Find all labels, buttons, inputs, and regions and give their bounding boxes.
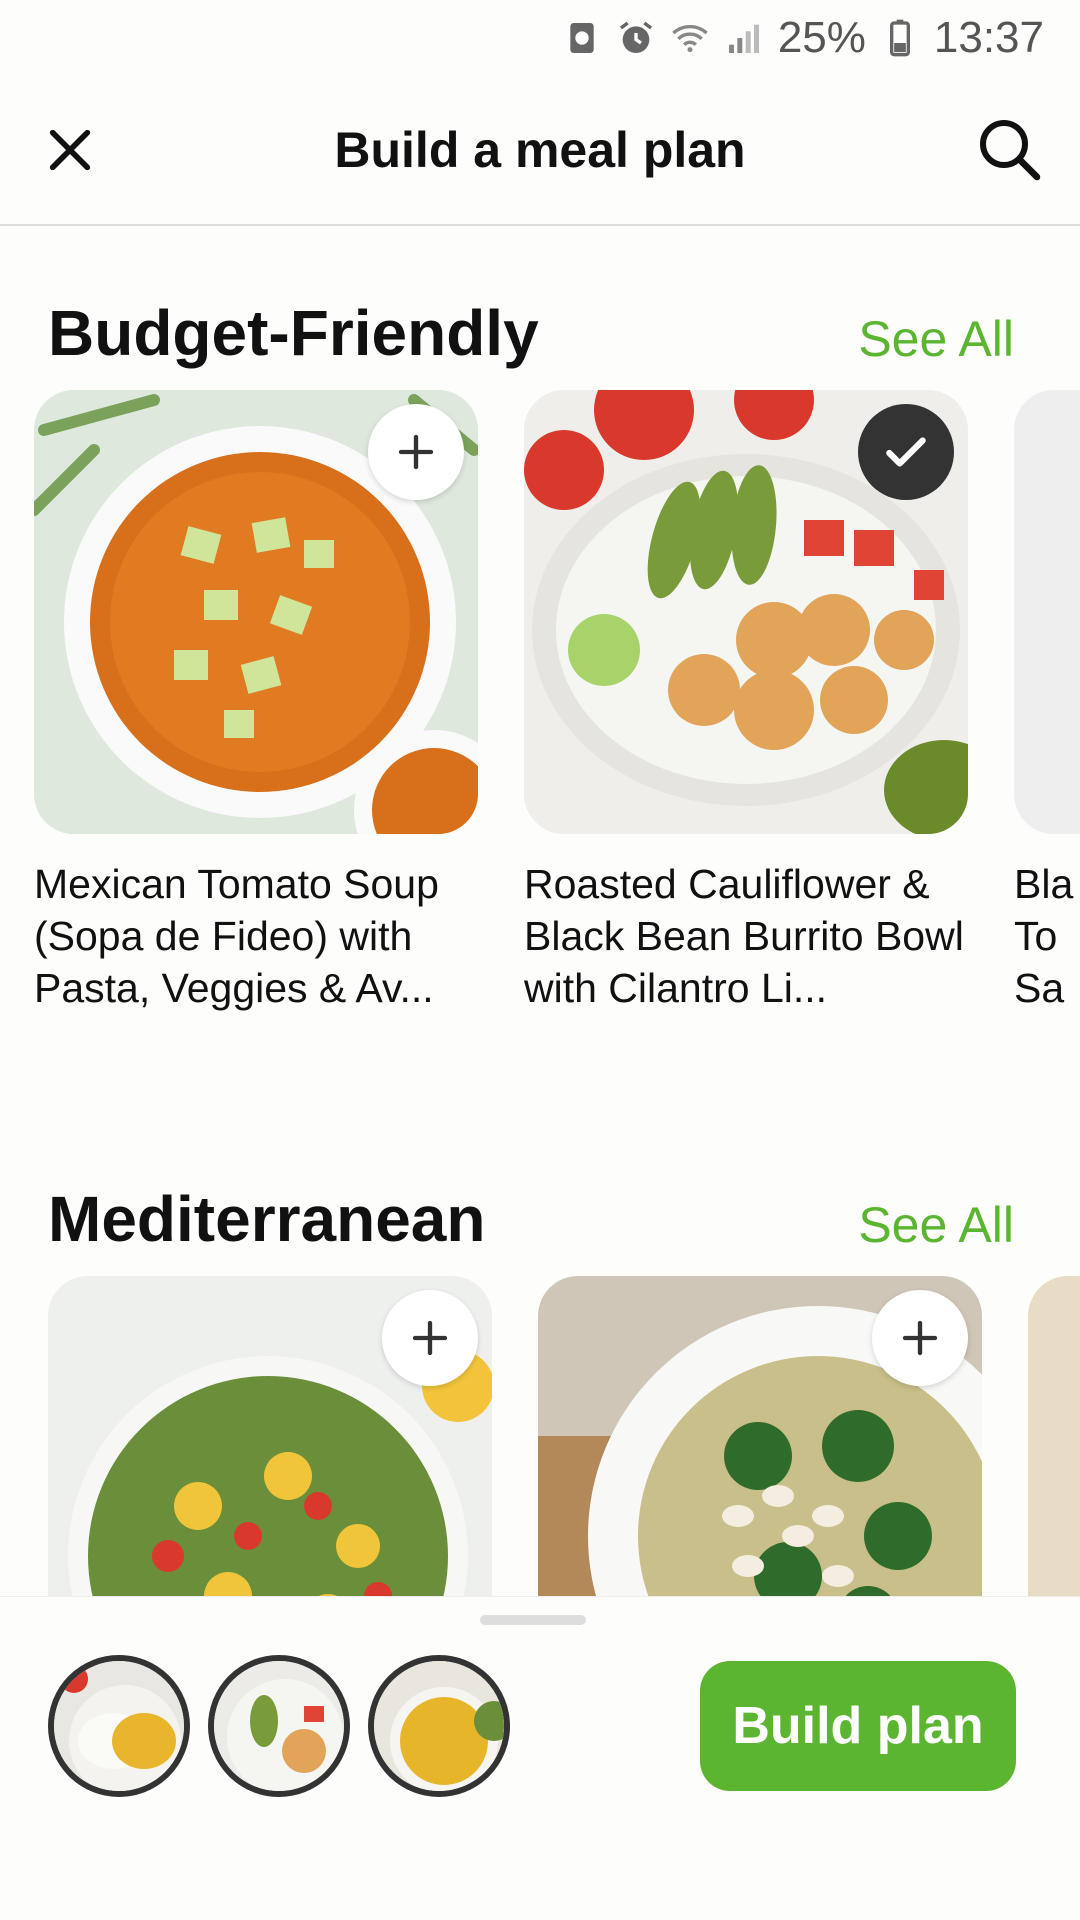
status-bar: 25% 13:37 (0, 0, 1080, 76)
plus-icon (398, 434, 434, 470)
build-plan-button[interactable]: Build plan (700, 1661, 1016, 1791)
alarm-icon (616, 18, 656, 58)
section-header-mediterranean: Mediterranean See All (0, 1182, 1080, 1272)
see-all-link[interactable]: See All (858, 310, 1014, 368)
selected-check-button[interactable] (858, 404, 954, 500)
selected-recipe-thumbnail[interactable] (208, 1655, 350, 1797)
recipe-card[interactable]: Roasted Cauliflower & Black Bean Burrito… (524, 390, 968, 1014)
see-all-link[interactable]: See All (858, 1196, 1014, 1254)
signal-icon (724, 18, 764, 58)
recipe-image (34, 390, 478, 834)
add-to-plan-button[interactable] (368, 404, 464, 500)
selected-recipe-thumbnail[interactable] (48, 1655, 190, 1797)
plus-icon (412, 1320, 448, 1356)
recipe-title: Mexican Tomato Soup (Sopa de Fideo) with… (34, 861, 439, 1011)
recipe-card[interactable]: Mexican Tomato Soup (Sopa de Fideo) with… (34, 390, 478, 1014)
recipe-title: Roasted Cauliflower & Black Bean Burrito… (524, 861, 964, 1011)
wifi-icon (670, 18, 710, 58)
check-icon (886, 437, 926, 467)
battery-percent: 25% (777, 13, 866, 62)
recipe-card[interactable]: Bla To Sa (1014, 390, 1080, 1014)
recipe-image (1014, 390, 1080, 834)
battery-icon (880, 18, 920, 58)
add-to-plan-button[interactable] (872, 1290, 968, 1386)
search-icon (980, 120, 1041, 181)
plan-tray: Build plan (0, 1596, 1080, 1920)
search-button[interactable] (970, 110, 1050, 190)
data-saver-icon (562, 18, 602, 58)
section-title: Mediterranean (48, 1183, 486, 1255)
recipe-image (524, 390, 968, 834)
app-header: Build a meal plan (0, 76, 1080, 226)
section-header-budget-friendly: Budget-Friendly See All (0, 296, 1080, 386)
recipe-title: Bla To Sa (1014, 861, 1074, 1011)
clock: 13:37 (933, 13, 1044, 62)
page-title: Build a meal plan (334, 122, 746, 178)
section-title: Budget-Friendly (48, 297, 539, 369)
add-to-plan-button[interactable] (382, 1290, 478, 1386)
plus-icon (902, 1320, 938, 1356)
selected-recipe-thumbnail[interactable] (368, 1655, 510, 1797)
drag-handle[interactable] (480, 1615, 586, 1625)
